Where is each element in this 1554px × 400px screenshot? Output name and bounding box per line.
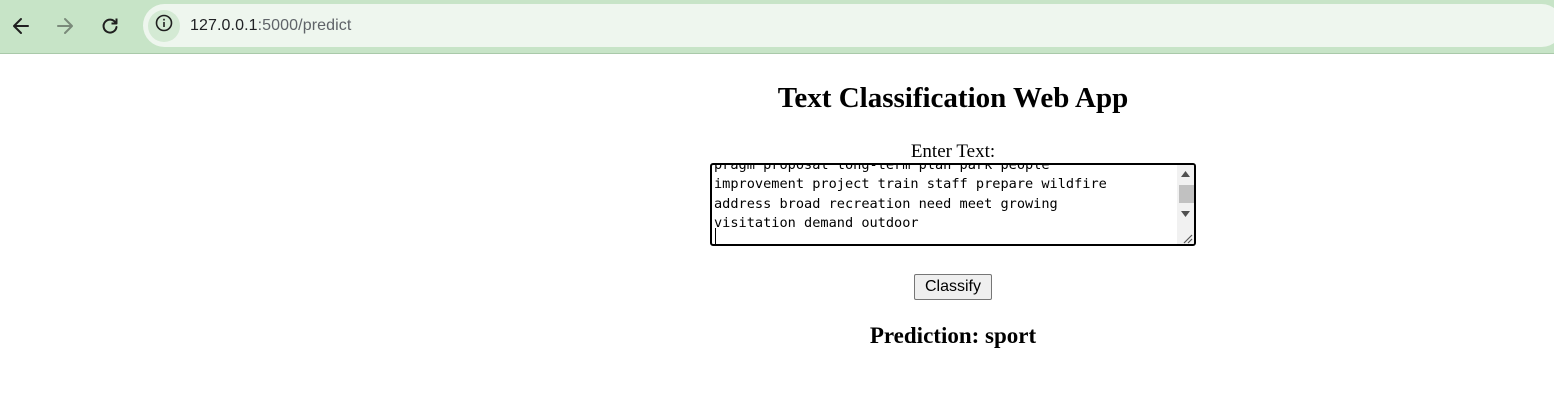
text-input[interactable]: pragm proposal long-term plan park peopl… xyxy=(710,163,1196,246)
input-label: Enter Text: xyxy=(910,141,996,162)
site-info-button[interactable] xyxy=(148,9,180,42)
page-content: Text Classification Web App Enter Text: … xyxy=(0,55,1554,400)
arrow-right-icon xyxy=(55,16,75,36)
text-input-value: pragm proposal long-term plan park peopl… xyxy=(714,163,1107,231)
reload-button[interactable] xyxy=(92,8,128,44)
url-text[interactable]: 127.0.0.1:5000/predict xyxy=(190,17,351,35)
reload-icon xyxy=(100,16,120,36)
back-button[interactable] xyxy=(3,8,39,44)
prediction-result: Prediction: sport xyxy=(869,323,1037,348)
page-title: Text Classification Web App xyxy=(777,82,1129,114)
forward-button[interactable] xyxy=(47,8,83,44)
url-host: 127.0.0.1 xyxy=(190,16,258,34)
address-bar[interactable]: 127.0.0.1:5000/predict xyxy=(143,4,1554,47)
browser-toolbar: 127.0.0.1:5000/predict xyxy=(0,0,1554,54)
url-path: :5000/predict xyxy=(257,16,352,34)
classify-button[interactable]: Classify xyxy=(914,274,992,300)
scroll-thumb[interactable] xyxy=(1179,185,1194,203)
scroll-up-arrow-icon[interactable] xyxy=(1177,165,1194,182)
arrow-left-icon xyxy=(11,16,31,36)
resize-handle-icon[interactable] xyxy=(1181,231,1193,244)
scroll-down-arrow-icon[interactable] xyxy=(1177,205,1194,222)
info-icon xyxy=(155,14,173,37)
text-caret xyxy=(715,228,716,244)
